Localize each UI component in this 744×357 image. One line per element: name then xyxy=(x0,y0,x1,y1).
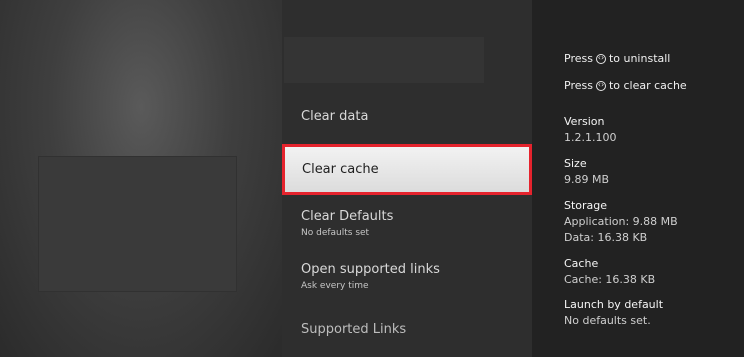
size-info: Size 9.89 MB xyxy=(564,157,739,187)
storage-application-value: Application: 9.88 MB xyxy=(564,215,678,228)
cache-value: Cache: 16.38 KB xyxy=(564,273,656,286)
menu-item-clear-defaults[interactable]: Clear Defaults No defaults set xyxy=(282,209,532,239)
clear-cache-hint: Press to clear cache xyxy=(564,79,687,93)
menu-item-label: Clear cache xyxy=(302,162,379,177)
storage-info: Storage Application: 9.88 MB Data: 16.38… xyxy=(564,199,739,245)
hint-prefix: Press xyxy=(564,52,593,65)
app-info-panel: Press to uninstall Press to clear cache … xyxy=(532,0,744,357)
menu-item-supported-links[interactable]: Supported Links xyxy=(282,322,532,338)
menu-item-clear-cache[interactable]: Clear cache xyxy=(282,144,532,195)
hint-prefix: Press xyxy=(564,79,593,92)
version-value: 1.2.1.100 xyxy=(564,131,617,144)
version-info: Version 1.2.1.100 xyxy=(564,115,739,145)
menu-item-label: Clear data xyxy=(301,109,369,124)
cache-label: Cache xyxy=(564,257,599,270)
menu-item-label: Supported Links xyxy=(301,322,407,337)
storage-label: Storage xyxy=(564,199,608,212)
hint-suffix: to uninstall xyxy=(608,52,671,65)
app-options-menu: Clear data Clear cache Clear Defaults No… xyxy=(282,0,532,357)
size-value: 9.89 MB xyxy=(564,173,610,186)
launch-default-label: Launch by default xyxy=(564,298,664,311)
launch-default-info: Launch by default No defaults set. xyxy=(564,298,739,328)
storage-data-value: Data: 16.38 KB xyxy=(564,231,648,244)
menu-item-label: Clear Defaults xyxy=(301,209,394,224)
menu-item-label: Open supported links xyxy=(301,262,440,277)
menu-item-open-supported-links[interactable]: Open supported links Ask every time xyxy=(282,262,532,292)
uninstall-hint: Press to uninstall xyxy=(564,52,670,66)
play-pause-icon xyxy=(595,52,606,64)
cache-info: Cache Cache: 16.38 KB xyxy=(564,257,739,287)
menu-item-clear-data[interactable]: Clear data xyxy=(282,109,532,125)
size-label: Size xyxy=(564,157,587,170)
launch-default-value: No defaults set. xyxy=(564,314,651,327)
app-preview-panel xyxy=(0,0,282,357)
hint-suffix: to clear cache xyxy=(608,79,687,92)
app-header-placeholder xyxy=(284,37,484,83)
play-pause-icon xyxy=(595,79,606,91)
version-label: Version xyxy=(564,115,605,128)
menu-item-sublabel: Ask every time xyxy=(301,281,369,291)
menu-item-sublabel: No defaults set xyxy=(301,228,370,238)
app-thumbnail xyxy=(38,156,237,292)
